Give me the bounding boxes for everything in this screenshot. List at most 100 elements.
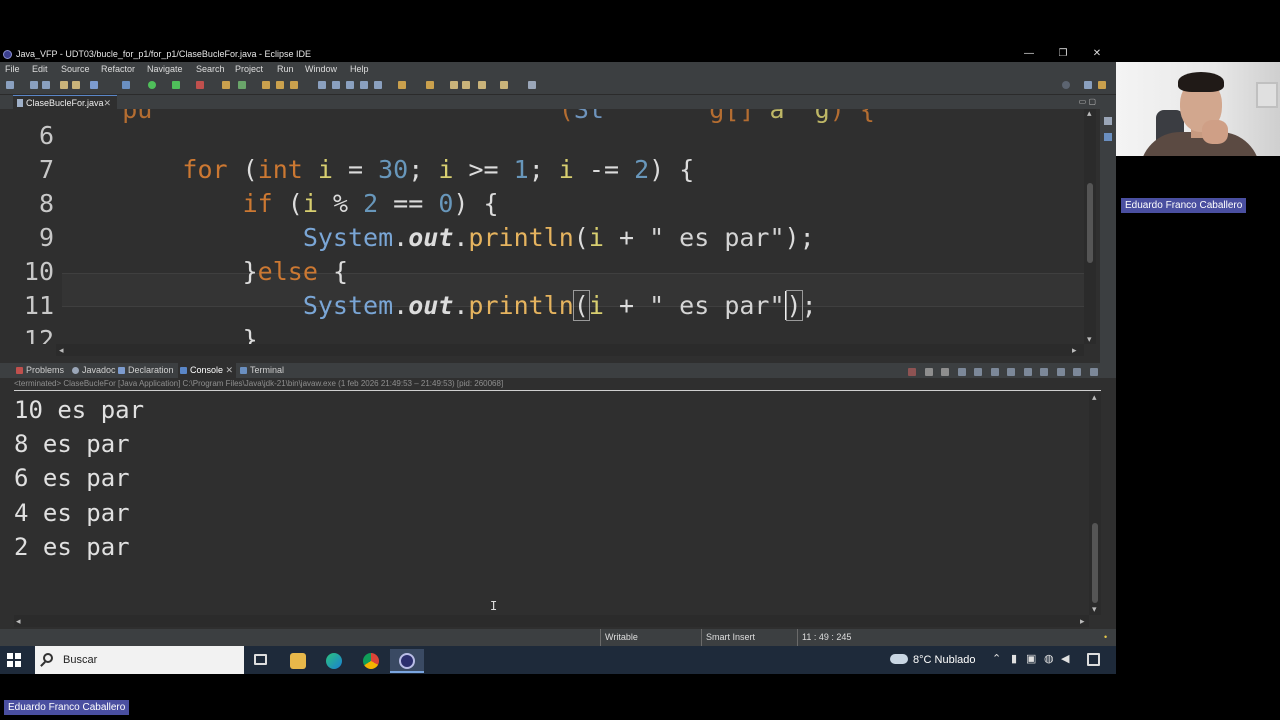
maximize-button[interactable]: ❐ xyxy=(1046,46,1080,62)
taskbar-search-input[interactable]: Buscar xyxy=(35,646,244,674)
show-on-output-icon[interactable] xyxy=(1007,368,1016,376)
menu-window[interactable]: Window xyxy=(305,62,337,77)
java-perspective-icon[interactable] xyxy=(1098,81,1106,89)
edge-app[interactable] xyxy=(317,649,351,673)
search-icon[interactable] xyxy=(1062,81,1070,89)
menu-source[interactable]: Source xyxy=(61,62,90,77)
scroll-up-icon[interactable]: ▴ xyxy=(1087,107,1092,119)
new-java-project-icon[interactable] xyxy=(222,81,230,89)
close-console-icon[interactable]: ✕ xyxy=(225,363,233,378)
menu-run[interactable]: Run xyxy=(277,62,294,77)
editor-vertical-scrollbar[interactable]: ▴ ▾ xyxy=(1084,107,1096,345)
console-maximize-icon[interactable] xyxy=(1090,368,1098,376)
tab-problems[interactable]: Problems xyxy=(14,363,70,378)
back-icon[interactable] xyxy=(462,81,470,89)
tab-declaration[interactable]: Declaration xyxy=(116,363,178,378)
word-wrap-console-icon[interactable] xyxy=(990,368,999,376)
minimize-button[interactable]: — xyxy=(1012,46,1046,62)
close-button[interactable]: ✕ xyxy=(1080,46,1114,62)
tab-clasebuclefor[interactable]: ClaseBucleFor.java ✕ xyxy=(13,95,117,109)
run-icon[interactable] xyxy=(148,81,156,89)
microphone-icon[interactable]: ▮ xyxy=(1011,654,1022,665)
save-icon[interactable] xyxy=(30,81,38,89)
javadoc-icon xyxy=(72,367,79,374)
console-vertical-scrollbar[interactable]: ▴ ▾ xyxy=(1089,391,1101,615)
new-icon[interactable] xyxy=(6,81,14,89)
scroll-right-icon[interactable]: ▸ xyxy=(1072,344,1077,356)
pin-editor-icon[interactable] xyxy=(528,81,536,89)
debug-icon[interactable] xyxy=(122,81,130,89)
remove-all-icon[interactable] xyxy=(941,368,950,376)
task-list-icon[interactable] xyxy=(1104,133,1112,141)
outline-icon[interactable] xyxy=(1104,117,1112,125)
scroll-right-icon[interactable]: ▸ xyxy=(1080,615,1085,627)
insert-mode-status[interactable]: Smart Insert xyxy=(701,629,755,646)
weather-widget[interactable]: 8°C Nublado xyxy=(890,646,976,674)
menu-navigate[interactable]: Navigate xyxy=(147,62,183,77)
toggle-block-icon[interactable] xyxy=(346,81,354,89)
remove-launch-icon[interactable] xyxy=(924,368,933,376)
open-type-icon[interactable] xyxy=(262,81,270,89)
menu-project[interactable]: Project xyxy=(235,62,263,77)
tab-terminal[interactable]: Terminal xyxy=(238,363,294,378)
file-explorer-app[interactable] xyxy=(281,649,315,673)
console-minimize-icon[interactable] xyxy=(1073,368,1082,376)
console-horizontal-scrollbar[interactable]: ◂ ▸ xyxy=(14,615,1089,627)
volume-icon[interactable]: ◀ xyxy=(1061,654,1072,665)
scrollbar-thumb[interactable] xyxy=(1087,183,1093,263)
tip-bulb-icon[interactable]: • xyxy=(1104,629,1107,646)
open-resource-icon[interactable] xyxy=(276,81,284,89)
scroll-up-icon[interactable]: ▴ xyxy=(1092,391,1097,403)
chrome-app[interactable] xyxy=(354,649,388,673)
task-view-icon[interactable] xyxy=(254,654,267,665)
perspective-icon[interactable] xyxy=(1084,81,1092,89)
code-area[interactable]: pu (St g[] a g) { 6 7 8 9 10 11 12 for (… xyxy=(14,109,1084,344)
close-tab-icon[interactable]: ✕ xyxy=(103,96,111,110)
eclipse-taskbar-app[interactable] xyxy=(390,649,424,673)
scroll-left-icon[interactable]: ◂ xyxy=(16,615,21,627)
chevron-up-icon[interactable]: ⌃ xyxy=(992,654,1003,665)
forward-icon[interactable] xyxy=(478,81,486,89)
scroll-left-icon[interactable]: ◂ xyxy=(59,344,64,356)
terminate-icon[interactable] xyxy=(908,368,917,376)
tab-console[interactable]: Console ✕ xyxy=(178,363,236,378)
menu-help[interactable]: Help xyxy=(350,62,369,77)
scrollbar-thumb[interactable] xyxy=(1092,523,1098,603)
toggle-mark-icon[interactable] xyxy=(332,81,340,89)
status-bar: Writable Smart Insert 11 : 49 : 245 • xyxy=(0,629,1116,646)
editor-horizontal-scrollbar[interactable]: ◂ ▸ xyxy=(56,344,1084,356)
whitespace-icon[interactable] xyxy=(360,81,368,89)
menu-file[interactable]: File xyxy=(5,62,20,77)
pin-console-icon[interactable] xyxy=(1023,368,1032,376)
redo-icon[interactable] xyxy=(72,81,80,89)
last-edit-icon[interactable] xyxy=(450,81,458,89)
navigate-icon[interactable] xyxy=(500,81,508,89)
next-annotation-icon[interactable] xyxy=(398,81,406,89)
terminal-icon[interactable] xyxy=(90,81,98,89)
annotation-icon[interactable] xyxy=(318,81,326,89)
coverage-icon[interactable] xyxy=(172,81,180,89)
open-console-icon[interactable] xyxy=(1056,368,1065,376)
external-tools-icon[interactable] xyxy=(196,81,204,89)
scroll-down-icon[interactable]: ▾ xyxy=(1087,333,1092,345)
new-package-icon[interactable] xyxy=(238,81,246,89)
prev-annotation-icon[interactable] xyxy=(426,81,434,89)
display-console-icon[interactable] xyxy=(1040,368,1049,376)
menu-edit[interactable]: Edit xyxy=(32,62,48,77)
save-all-icon[interactable] xyxy=(42,81,50,89)
search-tool-icon[interactable] xyxy=(290,81,298,89)
clear-console-icon[interactable] xyxy=(957,368,966,376)
globe-icon[interactable]: ◍ xyxy=(1044,654,1055,665)
scroll-down-icon[interactable]: ▾ xyxy=(1092,603,1097,615)
scroll-lock-icon[interactable] xyxy=(974,368,983,376)
undo-icon[interactable] xyxy=(60,81,68,89)
editor-minimize-maximize-icon[interactable]: ▭ ▢ xyxy=(1079,97,1096,106)
windows-start-icon[interactable] xyxy=(7,653,21,667)
menu-refactor[interactable]: Refactor xyxy=(101,62,135,77)
console-output[interactable]: 10 es par 8 es par 6 es par 4 es par 2 e… xyxy=(14,393,1089,615)
webcam-video xyxy=(1116,62,1280,156)
network-icon[interactable]: ▣ xyxy=(1026,654,1037,665)
notifications-icon[interactable] xyxy=(1087,653,1100,666)
word-wrap-icon[interactable] xyxy=(374,81,382,89)
menu-search[interactable]: Search xyxy=(196,62,225,77)
